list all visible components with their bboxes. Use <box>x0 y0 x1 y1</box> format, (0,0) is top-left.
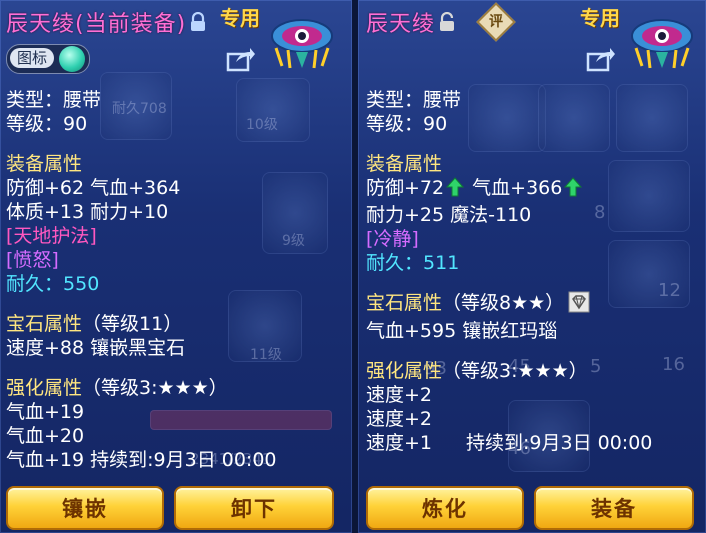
toggle-knob <box>59 46 85 72</box>
enhance-duration: 持续到:9月3日 00:00 <box>466 432 653 454</box>
special-effect: [冷静] <box>366 228 419 250</box>
special-skill: [天地护法] <box>6 225 97 247</box>
item-details: 类型：腰带 等级：90 装备属性 防御+62 气血+364 体质+13 耐力+1… <box>6 88 346 481</box>
equip-attr-header: 装备属性 <box>366 153 443 175</box>
item-title: 辰天绫 <box>366 6 455 38</box>
icon-toggle[interactable]: 图标 <box>6 44 90 74</box>
unlock-icon[interactable] <box>439 11 455 38</box>
attr-line: 体质+13 耐力+10 <box>6 201 169 223</box>
type-line: 类型：腰带 <box>6 89 102 111</box>
special-effect: [愤怒] <box>6 249 59 271</box>
enhance-header-line: 强化属性（等级3:★★★） <box>6 376 346 400</box>
attr-defense: 防御+72 <box>366 177 445 199</box>
exclusive-tag: 专用 <box>580 6 620 30</box>
gem-line: 速度+88 镶嵌黑宝石 <box>6 337 186 359</box>
enhance-level: （等级3:★★★） <box>82 377 228 399</box>
durability-value: 511 <box>423 252 460 274</box>
durability-line: 耐久：550 <box>6 272 346 296</box>
enhance-line: 气血+20 <box>6 425 85 447</box>
enhance-level: （等级3:★★★） <box>442 360 588 382</box>
up-arrow-icon <box>445 177 465 203</box>
mask-avatar-icon <box>270 14 334 70</box>
gem-header-line: 宝石属性（等级8★★） <box>366 291 700 319</box>
gem-header: 宝石属性 <box>6 313 83 335</box>
durability-value: 550 <box>63 273 100 295</box>
enhance-line: 气血+19 <box>6 401 85 423</box>
gem-line: 气血+595 镶嵌红玛瑙 <box>366 320 558 342</box>
enhance-header-line: 强化属性（等级3:★★★） <box>366 359 700 383</box>
mask-avatar-icon <box>630 14 694 70</box>
enhance-line: 气血+19 持续到:9月3日 00:00 <box>6 449 277 471</box>
durability-label: 耐久： <box>366 252 424 274</box>
level-line: 等级：90 <box>6 113 88 135</box>
compare-equipment-panel: 8 12 16 45 93 46 5 辰天绫 评 专用 类型：腰带 等级：90 … <box>358 0 706 533</box>
enhance-line: 速度+2 <box>366 408 433 430</box>
durability-line: 耐久：511 <box>366 251 700 275</box>
icon-toggle-label: 图标 <box>10 48 54 68</box>
item-name: 辰天绫(当前装备) <box>6 12 187 37</box>
gem-level: （等级11） <box>82 313 183 335</box>
rate-badge[interactable]: 评 <box>476 2 516 42</box>
refine-button[interactable]: 炼化 <box>366 486 524 530</box>
item-title: 辰天绫(当前装备) <box>6 6 206 38</box>
enhance-value: 速度+1 <box>366 432 433 454</box>
attr-hp: 气血+366 <box>472 177 563 199</box>
current-equipment-panel: 耐久708 10级 9级 11级 2341/2341 辰天绫(当前装备) 专用 … <box>0 0 352 533</box>
attr-line: 耐力+25 魔法-110 <box>366 204 532 226</box>
share-icon[interactable] <box>226 46 256 72</box>
gem-detail-icon[interactable] <box>568 291 590 319</box>
up-arrow-icon <box>564 177 583 203</box>
enhance-line: 速度+2 <box>366 384 433 406</box>
item-details: 类型：腰带 等级：90 装备属性 防御+72 气血+366 耐力+25 魔法-1… <box>366 88 700 481</box>
gem-header: 宝石属性 <box>366 292 443 314</box>
lock-icon[interactable] <box>190 11 206 38</box>
attr-line: 防御+62 气血+364 <box>6 177 181 199</box>
equip-attr-header: 装备属性 <box>6 153 83 175</box>
inlay-button[interactable]: 镶嵌 <box>6 486 164 530</box>
item-name: 辰天绫 <box>366 12 436 37</box>
gem-level: （等级8★★） <box>442 292 565 314</box>
remove-button[interactable]: 卸下 <box>174 486 334 530</box>
gem-header-line: 宝石属性（等级11） <box>6 312 346 336</box>
enhance-header: 强化属性 <box>6 377 83 399</box>
type-line: 类型：腰带 <box>366 89 462 111</box>
durability-label: 耐久： <box>6 273 64 295</box>
share-icon[interactable] <box>586 46 616 72</box>
enhance-line: 速度+1 持续到:9月3日 00:00 <box>366 431 700 455</box>
level-line: 等级：90 <box>366 113 448 135</box>
attr-line: 防御+72 气血+366 <box>366 176 700 203</box>
equip-button[interactable]: 装备 <box>534 486 694 530</box>
rate-badge-label: 评 <box>489 14 503 30</box>
enhance-header: 强化属性 <box>366 360 443 382</box>
exclusive-tag: 专用 <box>220 6 260 30</box>
